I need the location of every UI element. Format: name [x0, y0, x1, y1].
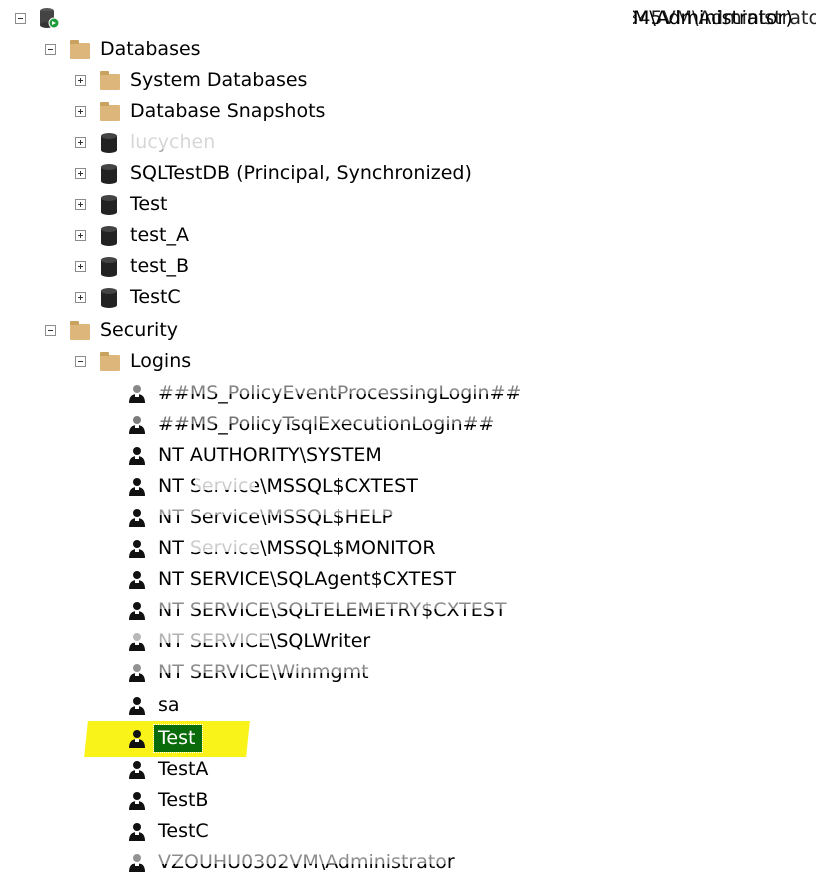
folder-icon: [100, 71, 120, 90]
redacted-overlay: [128, 411, 508, 424]
logins-label: Logins: [130, 350, 192, 372]
login-item[interactable]: NT Service\MSSQL$CXTEST: [0, 471, 816, 502]
database-icon: [101, 288, 117, 308]
database-icon: [101, 226, 117, 246]
login-label: TestC: [158, 820, 209, 842]
redacted-overlay: [158, 596, 558, 609]
redacted-overlay: [68, 6, 633, 30]
tree-item-database[interactable]: TestC: [0, 282, 816, 313]
tree-item-database[interactable]: Test: [0, 189, 816, 220]
logins-node[interactable]: Logins: [0, 346, 816, 377]
user-login-icon: [129, 602, 145, 620]
tree-item-label: test_B: [130, 255, 190, 277]
security-label: Security: [100, 319, 179, 341]
folder-icon: [100, 102, 120, 121]
login-item[interactable]: TestB: [0, 785, 816, 816]
tree-item-label: Database Snapshots: [130, 100, 326, 122]
collapse-toggle[interactable]: [45, 44, 56, 55]
redacted-overlay: [128, 850, 448, 864]
tree-item-label: Test: [130, 193, 168, 215]
tree-item-database-snapshots[interactable]: Database Snapshots: [0, 96, 816, 127]
collapse-toggle[interactable]: [75, 356, 86, 367]
expand-toggle[interactable]: [75, 75, 86, 86]
expand-toggle[interactable]: [75, 199, 86, 210]
server-icon: [40, 8, 60, 29]
user-login-icon: [129, 509, 145, 527]
login-label: TestA: [158, 758, 209, 780]
tree-item-label: test_A: [130, 224, 189, 246]
database-icon: [101, 257, 117, 277]
object-explorer-tree: VZOUHU0302345 (SQL Server 13.0.1601.5 - …: [0, 0, 816, 881]
database-icon: [101, 133, 117, 153]
security-node[interactable]: Security: [0, 315, 816, 346]
login-item[interactable]: NT SERVICE\SQLAgent$CXTEST: [0, 564, 816, 595]
login-item[interactable]: NT AUTHORITY\SYSTEM: [0, 440, 816, 471]
tree-item-database[interactable]: SQLTestDB (Principal, Synchronized): [0, 158, 816, 189]
tree-item-label: System Databases: [130, 69, 308, 91]
redacted-overlay: [128, 133, 328, 149]
expand-toggle[interactable]: [75, 168, 86, 179]
login-item-selected[interactable]: Test: [0, 723, 816, 754]
user-login-icon: [129, 730, 145, 748]
login-item[interactable]: TestA: [0, 754, 816, 785]
redacted-overlay: [128, 659, 388, 673]
tree-item-database[interactable]: test_A: [0, 220, 816, 251]
login-item[interactable]: NT Service\MSSQL$MONITOR: [0, 533, 816, 564]
redacted-overlay: [195, 475, 255, 490]
user-login-icon: [129, 540, 145, 558]
redacted-overlay: [128, 628, 268, 643]
tree-item-database[interactable]: test_B: [0, 251, 816, 282]
databases-node[interactable]: Databases: [0, 34, 816, 65]
login-item[interactable]: sa: [0, 690, 816, 721]
tree-item-database[interactable]: lucychen: [0, 127, 816, 158]
expand-toggle[interactable]: [75, 137, 86, 148]
user-login-icon: [129, 792, 145, 810]
collapse-toggle[interactable]: [15, 13, 26, 24]
databases-label: Databases: [100, 38, 201, 60]
tree-item-label: SQLTestDB (Principal, Synchronized): [130, 162, 472, 184]
folder-icon: [100, 352, 120, 371]
tree-item-label: TestC: [130, 286, 181, 308]
user-login-icon: [129, 571, 145, 589]
user-login-icon: [129, 823, 145, 841]
folder-icon: [70, 321, 90, 340]
user-login-icon: [129, 447, 145, 465]
login-item[interactable]: NT SERVICE\SQLWriter: [0, 626, 816, 657]
login-item[interactable]: TestC: [0, 816, 816, 847]
login-label: NT SERVICE\SQLAgent$CXTEST: [158, 568, 456, 590]
expand-toggle[interactable]: [75, 106, 86, 117]
login-label: sa: [158, 694, 180, 716]
database-icon: [101, 195, 117, 215]
database-icon: [101, 164, 117, 184]
collapse-toggle[interactable]: [45, 325, 56, 336]
login-label: NT AUTHORITY\SYSTEM: [158, 444, 382, 466]
redacted-overlay: [190, 537, 260, 552]
user-login-icon: [129, 761, 145, 779]
expand-toggle[interactable]: [75, 292, 86, 303]
user-login-icon: [129, 478, 145, 496]
tree-item-system-databases[interactable]: System Databases: [0, 65, 816, 96]
login-label: TestB: [158, 789, 209, 811]
user-login-icon: [129, 697, 145, 715]
login-item[interactable]: NT SERVICE\Winmgmt: [0, 657, 816, 688]
folder-icon: [70, 40, 90, 59]
redacted-overlay: [128, 380, 548, 394]
expand-toggle[interactable]: [75, 230, 86, 241]
login-label: Test: [158, 727, 196, 749]
redacted-overlay: [158, 503, 458, 515]
expand-toggle[interactable]: [75, 261, 86, 272]
